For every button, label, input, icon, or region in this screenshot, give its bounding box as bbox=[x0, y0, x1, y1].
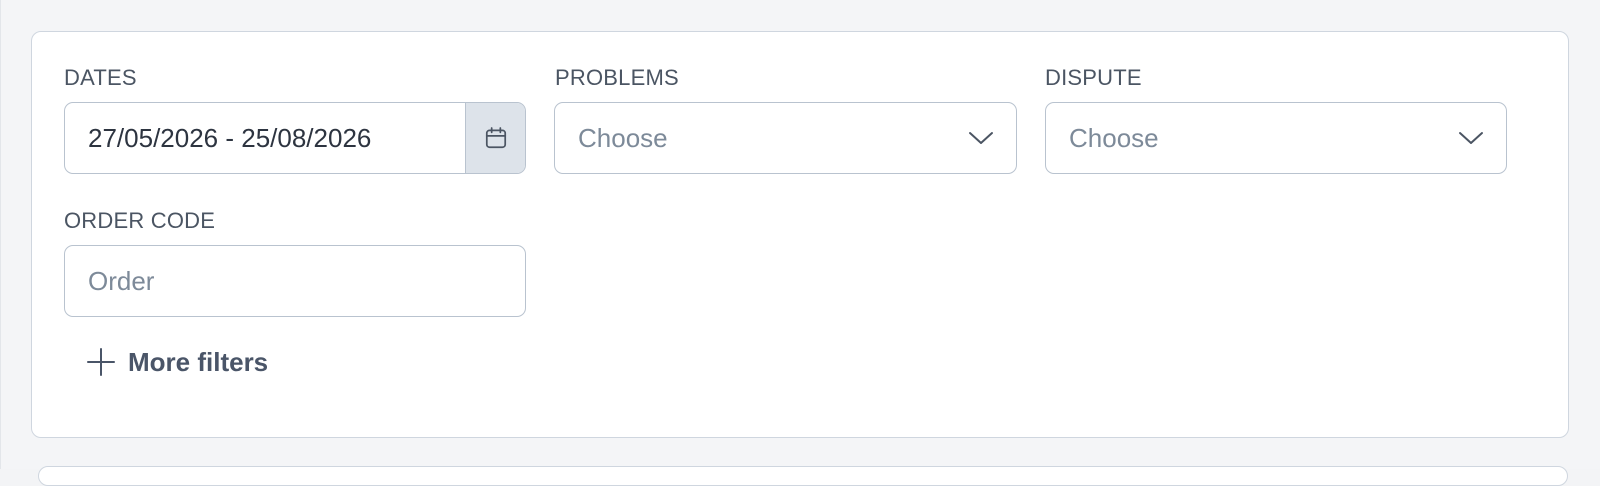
plus-icon bbox=[87, 348, 115, 376]
more-filters-button[interactable]: More filters bbox=[86, 344, 268, 380]
dispute-placeholder: Choose bbox=[1069, 123, 1159, 153]
dispute-label: DISPUTE bbox=[1045, 65, 1142, 90]
order-code-label: ORDER CODE bbox=[64, 208, 216, 233]
problems-select[interactable]: Choose bbox=[554, 102, 1017, 174]
order-code-input[interactable]: Order bbox=[64, 245, 526, 317]
order-code-placeholder: Order bbox=[88, 266, 155, 296]
chevron-down-icon bbox=[969, 132, 993, 144]
date-range-value: 27/05/2026 - 25/08/2026 bbox=[88, 123, 372, 153]
chevron-down-icon bbox=[1459, 132, 1483, 144]
more-filters-label: More filters bbox=[128, 346, 269, 377]
dispute-select[interactable]: Choose bbox=[1045, 102, 1507, 174]
problems-label: PROBLEMS bbox=[555, 65, 679, 90]
date-range-field[interactable]: 27/05/2026 - 25/08/2026 bbox=[64, 102, 526, 174]
problems-placeholder: Choose bbox=[578, 123, 668, 153]
calendar-button[interactable] bbox=[465, 103, 525, 173]
results-panel bbox=[38, 466, 1568, 486]
calendar-icon bbox=[485, 127, 506, 149]
dates-label: DATES bbox=[64, 65, 137, 90]
